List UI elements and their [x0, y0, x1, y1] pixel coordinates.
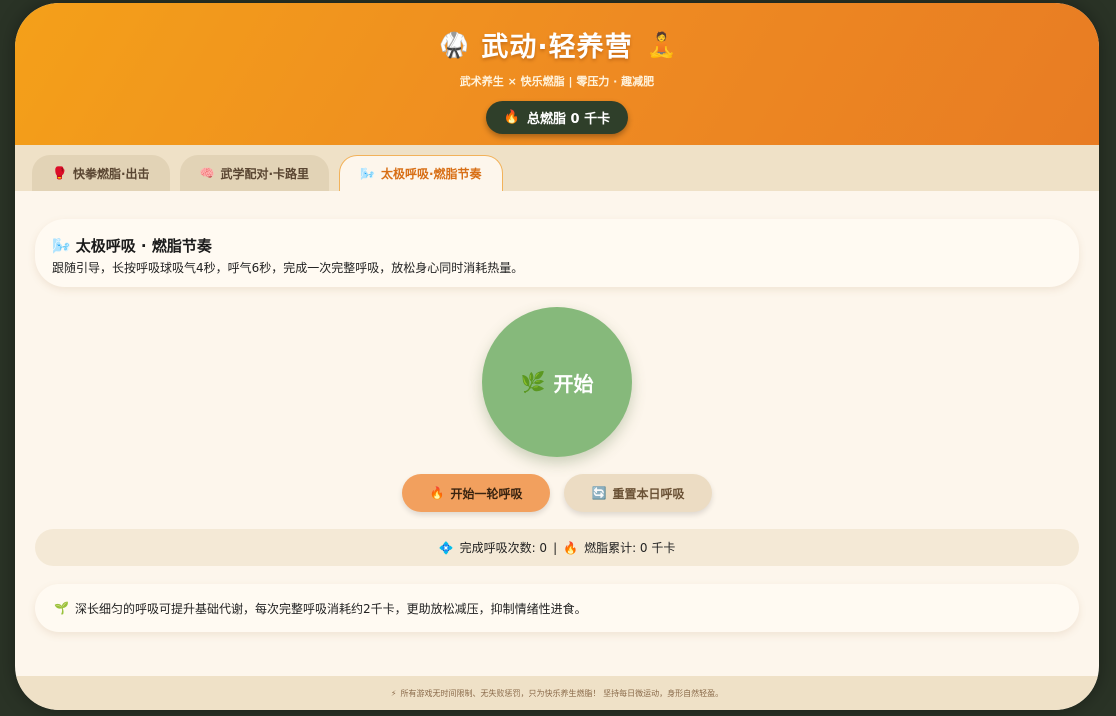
tab-label: 武学配对·卡路里 — [220, 166, 310, 181]
boxing-glove-icon: 🥊 — [52, 166, 67, 180]
app-subtitle: 武术养生 × 快乐燃脂 | 零压力 · 趣减肥 — [459, 75, 655, 88]
fire-icon: 🔥 — [503, 110, 521, 125]
wind-icon: 🌬️ — [360, 166, 375, 181]
tab-taichi-breathing[interactable]: 🌬️ 太极呼吸·燃脂节奏 — [339, 155, 503, 191]
title-row: 🥋 武动·轻养营 🧘 — [15, 3, 1099, 64]
app-title: 武动·轻养营 — [481, 32, 633, 63]
breath-count: 完成呼吸次数: 0 — [459, 541, 548, 555]
diamond-icon: 💠 — [438, 540, 454, 555]
fire-icon: 🔥 — [429, 486, 445, 500]
tip-card: 🌱 深长细匀的呼吸可提升基础代谢，每次完整呼吸消耗约2千卡，更助放松减压，抑制情… — [35, 584, 1079, 632]
tab-quick-punch[interactable]: 🥊 快拳燃脂·出击 — [32, 155, 170, 191]
brain-icon: 🧠 — [199, 166, 215, 180]
breathing-panel: 🌬️ 太极呼吸 · 燃脂节奏 跟随引导，长按呼吸球吸气4秒，呼气6秒，完成一次完… — [15, 191, 1099, 676]
breathing-ball-label: 开始 — [553, 371, 594, 396]
seedling-icon: 🌱 — [54, 601, 69, 615]
header: 🥋 武动·轻养营 🧘 武术养生 × 快乐燃脂 | 零压力 · 趣减肥 🔥 总燃脂… — [15, 3, 1099, 145]
start-breathing-button[interactable]: 🔥 开始一轮呼吸 — [402, 474, 550, 512]
reset-breathing-label: 重置本日呼吸 — [612, 486, 685, 501]
footer: ⚡ 所有游戏无时间限制、无失败惩罚，只为快乐养生燃脂！ 坚持每日微运动，身形自然… — [15, 676, 1099, 710]
fire-icon: 🔥 — [563, 540, 579, 555]
burn-total: 燃脂累计: 0 千卡 — [584, 541, 676, 555]
tip-text: 深长细匀的呼吸可提升基础代谢，每次完整呼吸消耗约2千卡，更助放松减压，抑制情绪性… — [74, 601, 587, 616]
stats-separator: | — [553, 540, 558, 555]
total-burn-label: 总燃脂 0 千卡 — [527, 112, 611, 127]
wind-icon: 🌬️ — [52, 236, 71, 255]
martial-arts-uniform-icon: 🥋 — [439, 30, 470, 59]
tab-label: 快拳燃脂·出击 — [72, 166, 150, 181]
stats-bar: 💠 完成呼吸次数: 0 | 🔥 燃脂累计: 0 千卡 — [35, 529, 1079, 566]
tab-label: 太极呼吸·燃脂节奏 — [380, 167, 482, 181]
reset-breathing-button[interactable]: 🔄 重置本日呼吸 — [564, 474, 712, 512]
total-burn-badge: 🔥 总燃脂 0 千卡 — [485, 101, 629, 134]
action-buttons: 🔥 开始一轮呼吸 🔄 重置本日呼吸 — [15, 474, 1099, 512]
meditation-icon: 🧘 — [646, 30, 677, 59]
start-breathing-label: 开始一轮呼吸 — [450, 486, 523, 501]
tab-martial-match[interactable]: 🧠 武学配对·卡路里 — [179, 155, 330, 191]
footer-text: 所有游戏无时间限制、无失败惩罚，只为快乐养生燃脂！ 坚持每日微运动，身形自然轻盈… — [400, 688, 724, 698]
lightning-icon: ⚡ — [390, 688, 397, 698]
panel-title-text: 太极呼吸 · 燃脂节奏 — [75, 237, 212, 255]
breathing-ball[interactable]: 🌿 开始 — [482, 307, 632, 457]
description-card: 🌬️ 太极呼吸 · 燃脂节奏 跟随引导，长按呼吸球吸气4秒，呼气6秒，完成一次完… — [35, 219, 1079, 287]
herb-icon: 🌿 — [520, 370, 546, 394]
panel-description: 跟随引导，长按呼吸球吸气4秒，呼气6秒，完成一次完整呼吸，放松身心同时消耗热量。 — [52, 261, 524, 275]
panel-title: 🌬️ 太极呼吸 · 燃脂节奏 — [52, 235, 1079, 256]
tab-bar: 🥊 快拳燃脂·出击 🧠 武学配对·卡路里 🌬️ 太极呼吸·燃脂节奏 — [15, 145, 1099, 191]
app-window: 🥋 武动·轻养营 🧘 武术养生 × 快乐燃脂 | 零压力 · 趣减肥 🔥 总燃脂… — [15, 3, 1099, 710]
refresh-icon: 🔄 — [591, 486, 607, 500]
